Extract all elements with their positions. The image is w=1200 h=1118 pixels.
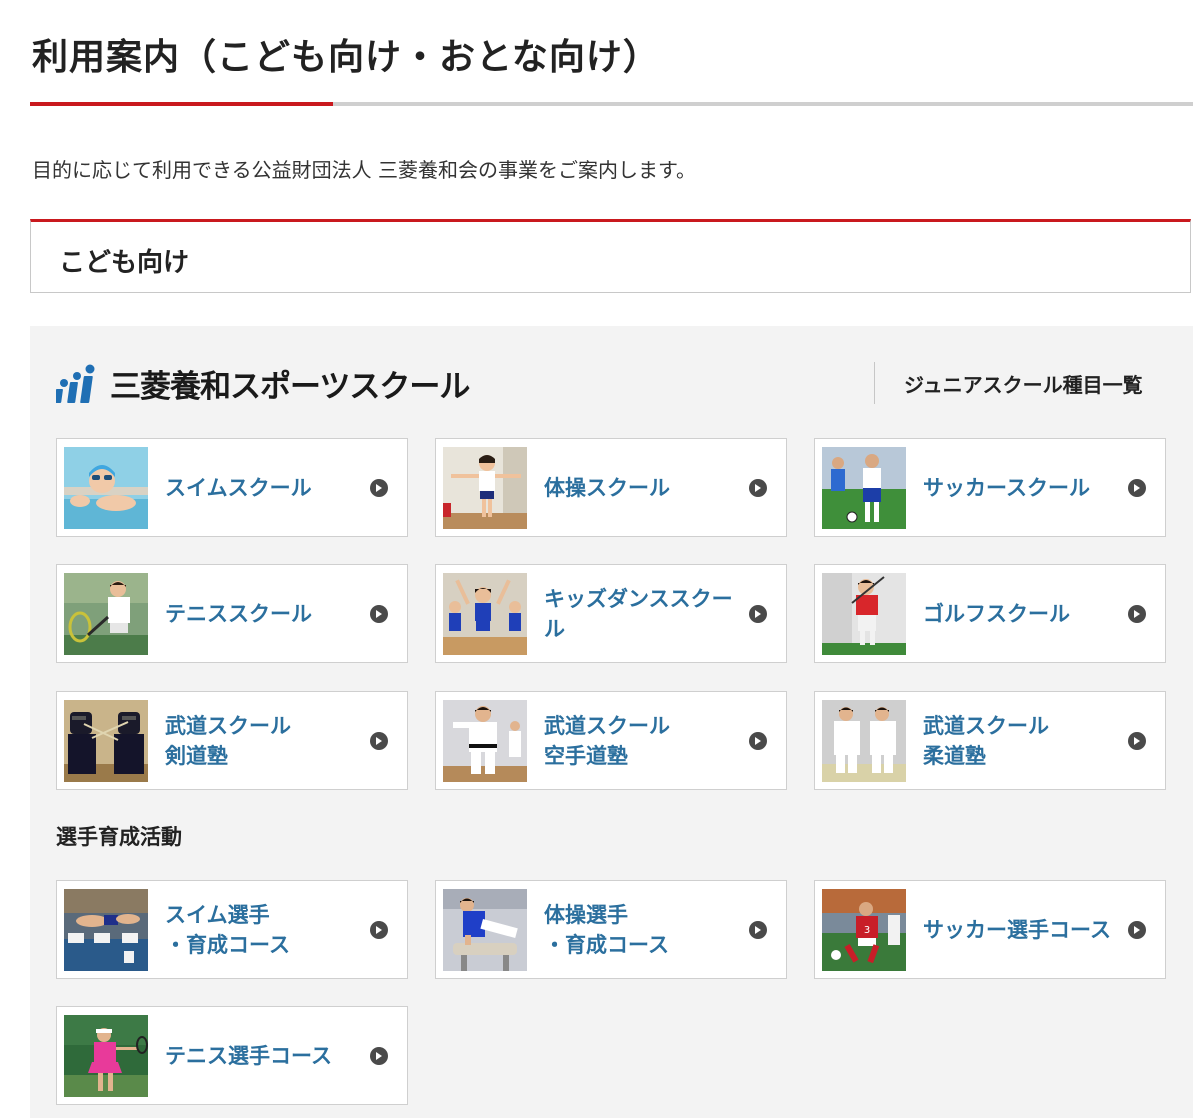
card-label: 体操スクール [544,475,670,500]
arrow-right-icon [370,479,388,497]
gymnast-athlete-photo [443,889,527,971]
card-label: ゴルフスクール [923,601,1070,626]
card-golf-school[interactable]: ゴルフスクール [814,564,1166,663]
card-label: 武道スクール 空手道塾 [544,713,670,768]
header-divider [874,362,875,404]
card-label: テニス選手コース [165,1043,332,1068]
card-label: キッズダンススクール [544,586,733,641]
page-title: 利用案内（こども向け・おとな向け） [32,37,660,78]
golf-child-photo [822,573,906,655]
arrow-right-icon [370,732,388,750]
sports-school-logo-icon [56,364,95,403]
card-soccer-athlete-course[interactable]: 3 サッカー選手コース [814,880,1166,979]
arrow-right-icon [370,1047,388,1065]
arrow-right-icon [1128,732,1146,750]
soccer-athlete-photo: 3 [822,889,906,971]
card-swim-school[interactable]: スイムスクール [56,438,408,537]
card-label: 武道スクール 柔道塾 [923,713,1049,768]
soccer-child-photo [822,447,906,529]
arrow-right-icon [749,479,767,497]
tennis-athlete-photo [64,1015,148,1097]
page: 利用案内（こども向け・おとな向け） 目的に応じて利用できる公益財団法人 三菱養和… [0,0,1200,1118]
arrow-right-icon [1128,605,1146,623]
arrow-right-icon [370,921,388,939]
card-gymnastics-athlete-course[interactable]: 体操選手 ・育成コース [435,880,787,979]
arrow-right-icon [749,921,767,939]
swimming-child-photo [64,447,148,529]
junior-school-list-link[interactable]: ジュニアスクール種目一覧 [904,369,1143,398]
card-tennis-athlete-course[interactable]: テニス選手コース [56,1006,408,1105]
gymnastics-child-photo [443,447,527,529]
svg-text:3: 3 [864,925,870,936]
arrow-right-icon [370,605,388,623]
arrow-right-icon [749,605,767,623]
title-underline [30,102,1193,106]
card-judo-school[interactable]: 武道スクール 柔道塾 [814,691,1166,790]
arrow-right-icon [1128,479,1146,497]
swim-athlete-photo [64,889,148,971]
kendo-photo [64,700,148,782]
karate-photo [443,700,527,782]
card-label: サッカースクール [923,475,1090,500]
judo-photo [822,700,906,782]
athlete-section-title: 選手育成活動 [56,825,182,849]
card-karate-school[interactable]: 武道スクール 空手道塾 [435,691,787,790]
title-underline-accent [30,102,333,106]
sports-school-logo[interactable]: 三菱養和スポーツスクール [56,360,470,406]
card-gymnastics-school[interactable]: 体操スクール [435,438,787,537]
intro-text: 目的に応じて利用できる公益財団法人 三菱養和会の事業をご案内します。 [32,158,696,182]
card-swim-athlete-course[interactable]: スイム選手 ・育成コース [56,880,408,979]
sports-school-logo-text: 三菱養和スポーツスクール [110,368,470,405]
section-header-kids: こども向け [30,219,1191,293]
arrow-right-icon [749,732,767,750]
tennis-child-photo [64,573,148,655]
section-title: こども向け [59,248,190,278]
card-tennis-school[interactable]: テニススクール [56,564,408,663]
card-label: サッカー選手コース [923,917,1111,942]
dance-children-photo [443,573,527,655]
card-label: 武道スクール 剣道塾 [165,713,291,768]
card-label: テニススクール [165,601,312,626]
card-label: 体操選手 ・育成コース [544,902,669,957]
arrow-right-icon [1128,921,1146,939]
card-kids-dance-school[interactable]: キッズダンススクール [435,564,787,663]
card-label: スイム選手 ・育成コース [165,902,290,957]
card-label: スイムスクール [165,475,312,500]
card-kendo-school[interactable]: 武道スクール 剣道塾 [56,691,408,790]
card-soccer-school[interactable]: サッカースクール [814,438,1166,537]
